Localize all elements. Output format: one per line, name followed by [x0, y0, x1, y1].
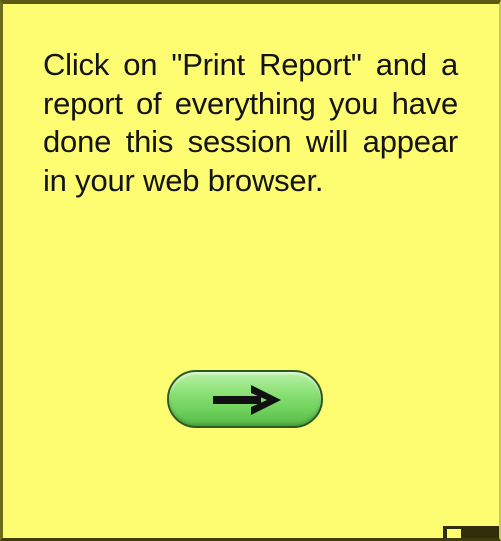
right-arrow-icon: [213, 385, 281, 415]
corner-decoration: [443, 526, 499, 538]
instruction-text: Click on "Print Report" and a report of …: [43, 47, 458, 198]
info-panel: Click on "Print Report" and a report of …: [0, 0, 501, 541]
next-button[interactable]: [167, 370, 323, 428]
